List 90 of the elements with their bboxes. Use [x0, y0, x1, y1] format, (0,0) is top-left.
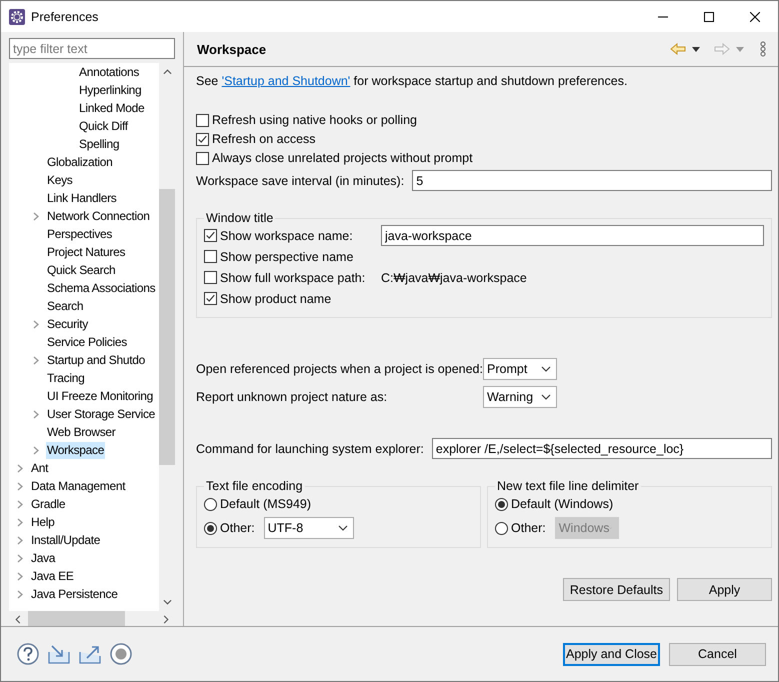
tree-item[interactable]: UI Freeze Monitoring	[46, 388, 154, 404]
tree-item[interactable]: Linked Mode	[78, 100, 146, 116]
checkbox-label: Show product name	[220, 292, 332, 306]
radio-button[interactable]	[204, 522, 217, 534]
tree-item[interactable]: Keys	[46, 172, 74, 188]
dropdown-label: Report unknown project nature as:	[196, 390, 388, 404]
scroll-left-icon[interactable]	[15, 614, 21, 624]
radio-label: Other:	[511, 521, 546, 535]
explorer-command-field[interactable]: explorer /E,/select=${selected_resource_loc}	[432, 438, 772, 459]
dropdown[interactable]: UTF-8	[264, 517, 354, 539]
dropdown[interactable]: Prompt	[483, 358, 557, 380]
caret-icon[interactable]	[692, 46, 700, 52]
tree-item[interactable]: Tracing	[46, 370, 86, 386]
checkbox-label: Refresh on access	[212, 132, 316, 146]
tree-item[interactable]: Java EE	[30, 568, 75, 584]
checkbox[interactable]	[196, 114, 209, 126]
dialog-button[interactable]: Apply and Close	[563, 642, 660, 666]
scroll-up-icon[interactable]	[162, 69, 172, 75]
tree-item[interactable]: Security	[46, 316, 89, 332]
field-label: Command for launching system explorer:	[196, 442, 424, 456]
tree-item[interactable]: Quick Diff	[78, 118, 129, 134]
tree-item[interactable]: Schema Associations	[46, 280, 156, 296]
close-icon[interactable]	[750, 12, 760, 22]
tree-item[interactable]: Help	[30, 514, 56, 530]
record-icon[interactable]	[110, 643, 132, 665]
tree-item[interactable]: Web Browser	[46, 424, 117, 440]
maximize-icon[interactable]	[704, 12, 714, 22]
tree-item[interactable]: Hyperlinking	[78, 82, 142, 98]
scroll-down-icon[interactable]	[162, 599, 172, 605]
tree-item[interactable]: Annotations	[78, 64, 140, 80]
group-title: Window title	[205, 211, 274, 225]
group-title: New text file line delimiter	[496, 479, 640, 493]
page-button[interactable]: Apply	[677, 578, 772, 601]
help-icon[interactable]	[17, 643, 39, 665]
tree-item[interactable]: Startup and Shutdo	[46, 352, 146, 368]
radio-label: Default (MS949)	[220, 497, 312, 511]
checkbox[interactable]	[196, 152, 209, 164]
page-button[interactable]: Restore Defaults	[562, 578, 670, 601]
tree-item[interactable]: Project Natures	[46, 244, 126, 260]
checkbox[interactable]	[204, 250, 217, 263]
field-label: Workspace save interval (in minutes):	[196, 174, 404, 188]
startup-link[interactable]: 'Startup and Shutdown'	[222, 74, 350, 88]
checkbox-label: Show perspective name	[220, 250, 354, 264]
scroll-right-icon[interactable]	[163, 614, 169, 624]
dropdown-label: Open referenced projects when a project is opened:	[196, 362, 483, 376]
caret-icon	[541, 394, 551, 400]
checkbox-label: Always close unrelated projects without prompt	[212, 151, 473, 165]
dialog-button[interactable]: Cancel	[669, 642, 766, 666]
group-title: Text file encoding	[205, 479, 304, 493]
tree-item[interactable]: Link Handlers	[46, 190, 118, 206]
tree-item[interactable]: Gradle	[30, 496, 66, 512]
tree-item[interactable]: Network Connection	[46, 208, 151, 224]
tree-item[interactable]: Globalization	[46, 154, 114, 170]
page-title: Workspace	[197, 42, 266, 56]
tree-item[interactable]: Java Persistence	[30, 586, 119, 602]
tree-item[interactable]: Workspace	[46, 442, 106, 458]
checkbox[interactable]	[204, 271, 217, 284]
caret-icon	[541, 366, 551, 372]
checkbox-label: Show workspace name:	[220, 228, 354, 242]
intro-text: See 'Startup and Shutdown' for workspace startup and shutdown preferences.	[196, 73, 628, 89]
checkbox[interactable]	[204, 292, 217, 305]
tree-item[interactable]: Search	[46, 298, 84, 314]
export-icon[interactable]	[79, 644, 101, 664]
import-icon[interactable]	[48, 644, 70, 664]
tree-item[interactable]: Data Management	[30, 478, 126, 494]
checkbox-label: Show full workspace path:	[220, 270, 366, 284]
tree-item[interactable]: Service Policies	[46, 334, 128, 350]
tree-item[interactable]: Java	[30, 550, 56, 566]
workspace-path: C:₩java₩java-workspace	[381, 270, 527, 284]
tree-item[interactable]: Perspectives	[46, 226, 114, 242]
tree-item[interactable]: Spelling	[78, 136, 120, 152]
tree-item[interactable]: User Storage Service	[46, 406, 156, 422]
workspace-name-field[interactable]: java-workspace	[381, 225, 764, 246]
more-icon[interactable]	[760, 41, 766, 57]
tree-item[interactable]: Ant	[30, 460, 50, 476]
radio-label: Default (Windows)	[511, 497, 614, 511]
interval-field[interactable]: 5	[412, 170, 772, 191]
radio-button[interactable]	[495, 498, 508, 510]
radio-button[interactable]	[204, 498, 217, 510]
checkbox[interactable]	[204, 229, 217, 242]
window-title: Preferences	[31, 10, 98, 24]
tree-item[interactable]: Quick Search	[46, 262, 116, 278]
app-icon	[9, 8, 25, 24]
filter-field[interactable]: type filter text	[9, 38, 175, 59]
checkbox[interactable]	[196, 132, 209, 146]
radio-label: Other:	[220, 521, 255, 535]
tree-item[interactable]: Install/Update	[30, 532, 102, 548]
checkbox-label: Refresh using native hooks or polling	[212, 113, 417, 127]
dropdown[interactable]: Warning	[483, 386, 557, 408]
caret-icon	[338, 525, 348, 531]
